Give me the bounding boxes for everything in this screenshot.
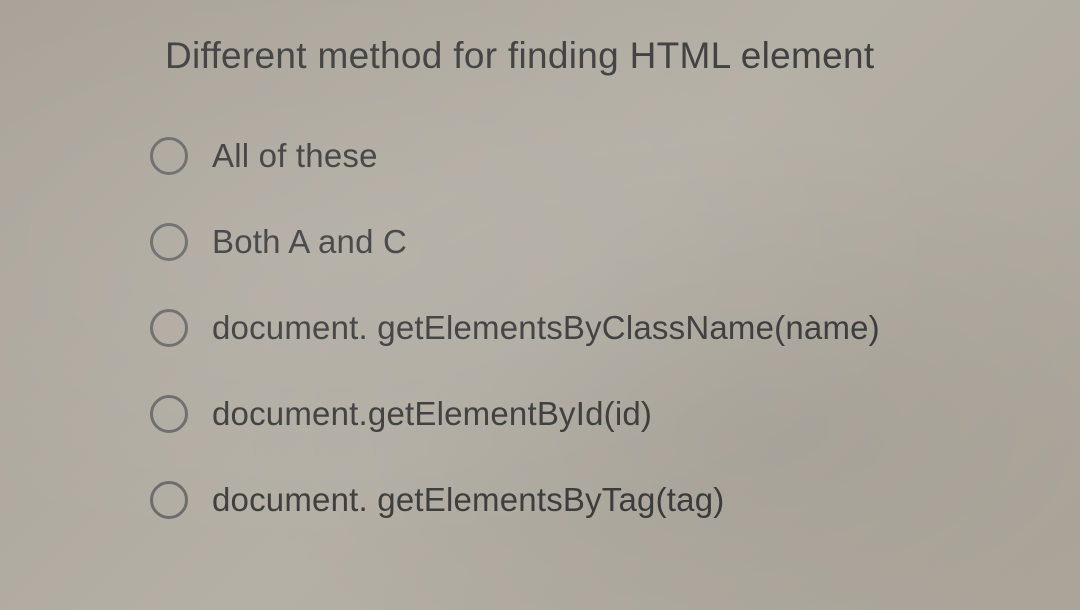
radio-button[interactable] <box>150 137 188 175</box>
option-label: document.getElementById(id) <box>212 395 652 433</box>
radio-button[interactable] <box>150 309 188 347</box>
option-row[interactable]: Both A and C <box>150 223 1020 261</box>
options-list: All of these Both A and C document. getE… <box>150 137 1020 519</box>
radio-button[interactable] <box>150 481 188 519</box>
option-row[interactable]: document. getElementsByTag(tag) <box>150 481 1020 519</box>
option-label: Both A and C <box>212 223 407 261</box>
option-row[interactable]: document. getElementsByClassName(name) <box>150 309 1020 347</box>
radio-button[interactable] <box>150 223 188 261</box>
option-label: All of these <box>212 137 378 175</box>
option-row[interactable]: document.getElementById(id) <box>150 395 1020 433</box>
question-title: Different method for finding HTML elemen… <box>165 35 1020 77</box>
option-label: document. getElementsByClassName(name) <box>212 309 880 347</box>
option-label: document. getElementsByTag(tag) <box>212 481 724 519</box>
option-row[interactable]: All of these <box>150 137 1020 175</box>
radio-button[interactable] <box>150 395 188 433</box>
